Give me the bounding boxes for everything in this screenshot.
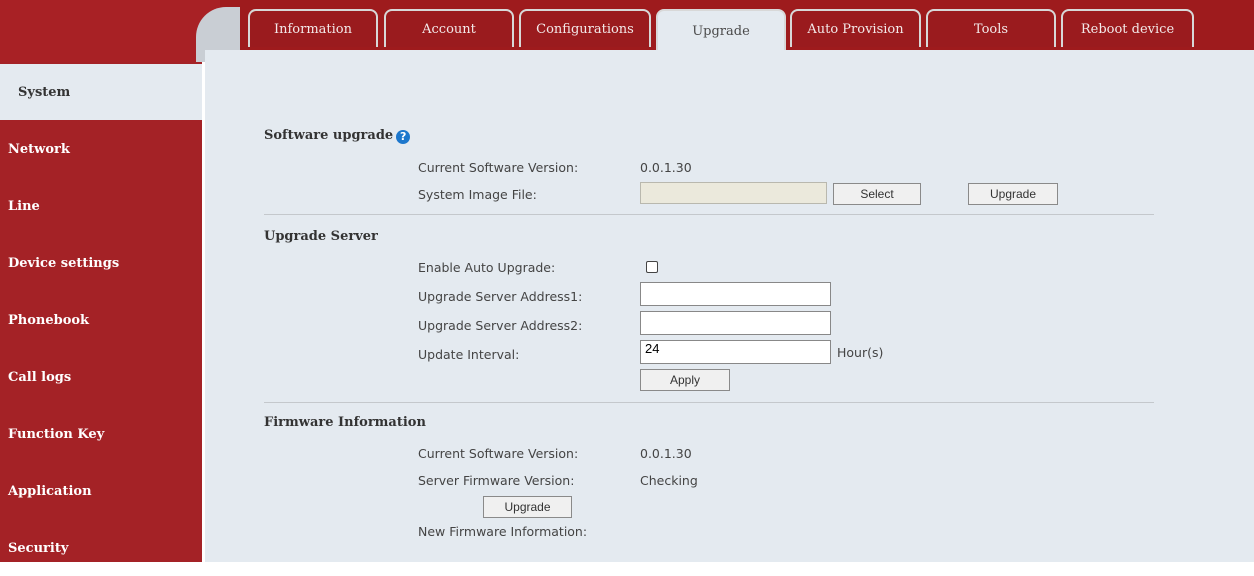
tab-account[interactable]: Account (384, 9, 514, 47)
software-upgrade-section: Software upgrade? (264, 128, 411, 144)
divider (264, 214, 1154, 215)
software-upgrade-title: Software upgrade (264, 128, 394, 143)
tab-configurations[interactable]: Configurations (519, 9, 651, 47)
upgrade-server-title: Upgrade Server (264, 229, 378, 244)
system-image-file-field[interactable] (640, 182, 827, 204)
apply-button[interactable]: Apply (640, 369, 730, 391)
content-top-strip (205, 50, 1254, 62)
upgrade-server-address1-label: Upgrade Server Address1: (418, 289, 583, 304)
tab-reboot-device[interactable]: Reboot device (1061, 9, 1194, 47)
logo-area (0, 0, 220, 62)
enable-auto-upgrade-checkbox[interactable] (646, 261, 658, 273)
software-upgrade-button[interactable]: Upgrade (968, 183, 1058, 205)
tab-upgrade[interactable]: Upgrade (656, 9, 786, 51)
sidebar-item-application[interactable]: Application (0, 463, 202, 519)
system-image-file-label: System Image File: (418, 187, 537, 202)
upgrade-server-address2-label: Upgrade Server Address2: (418, 318, 583, 333)
divider (264, 402, 1154, 403)
tabs-strip: Information Account Configurations Upgra… (240, 0, 1254, 51)
server-firmware-version-label: Server Firmware Version: (418, 473, 575, 488)
sidebar: System Network Line Device settings Phon… (0, 62, 202, 562)
sidebar-item-device-settings[interactable]: Device settings (0, 235, 202, 291)
update-interval-input[interactable]: 24 (640, 340, 831, 364)
select-file-button[interactable]: Select (833, 183, 921, 205)
sidebar-item-phonebook[interactable]: Phonebook (0, 292, 202, 348)
firmware-current-version-value: 0.0.1.30 (640, 446, 692, 461)
current-software-version-value: 0.0.1.30 (640, 160, 692, 175)
upgrade-server-address2-input[interactable] (640, 311, 831, 335)
tab-auto-provision[interactable]: Auto Provision (790, 9, 921, 47)
firmware-information-title: Firmware Information (264, 415, 426, 430)
main-content: Software upgrade? Current Software Versi… (205, 62, 1254, 562)
sidebar-item-line[interactable]: Line (0, 178, 202, 234)
current-software-version-label: Current Software Version: (418, 160, 579, 175)
sidebar-item-security[interactable]: Security (0, 520, 202, 576)
tab-tools[interactable]: Tools (926, 9, 1056, 47)
update-interval-label: Update Interval: (418, 347, 520, 362)
firmware-upgrade-button[interactable]: Upgrade (483, 496, 572, 518)
help-icon[interactable]: ? (396, 130, 411, 144)
server-firmware-version-value: Checking (640, 473, 698, 488)
upgrade-server-address1-input[interactable] (640, 282, 831, 306)
sidebar-item-network[interactable]: Network (0, 121, 202, 177)
sidebar-item-call-logs[interactable]: Call logs (0, 349, 202, 405)
tab-information[interactable]: Information (248, 9, 378, 47)
firmware-current-version-label: Current Software Version: (418, 446, 579, 461)
update-interval-unit: Hour(s) (837, 345, 884, 360)
sidebar-item-function-key[interactable]: Function Key (0, 406, 202, 462)
enable-auto-upgrade-label: Enable Auto Upgrade: (418, 260, 556, 275)
sidebar-item-system[interactable]: System (0, 64, 202, 120)
new-firmware-information-label: New Firmware Information: (418, 524, 588, 539)
